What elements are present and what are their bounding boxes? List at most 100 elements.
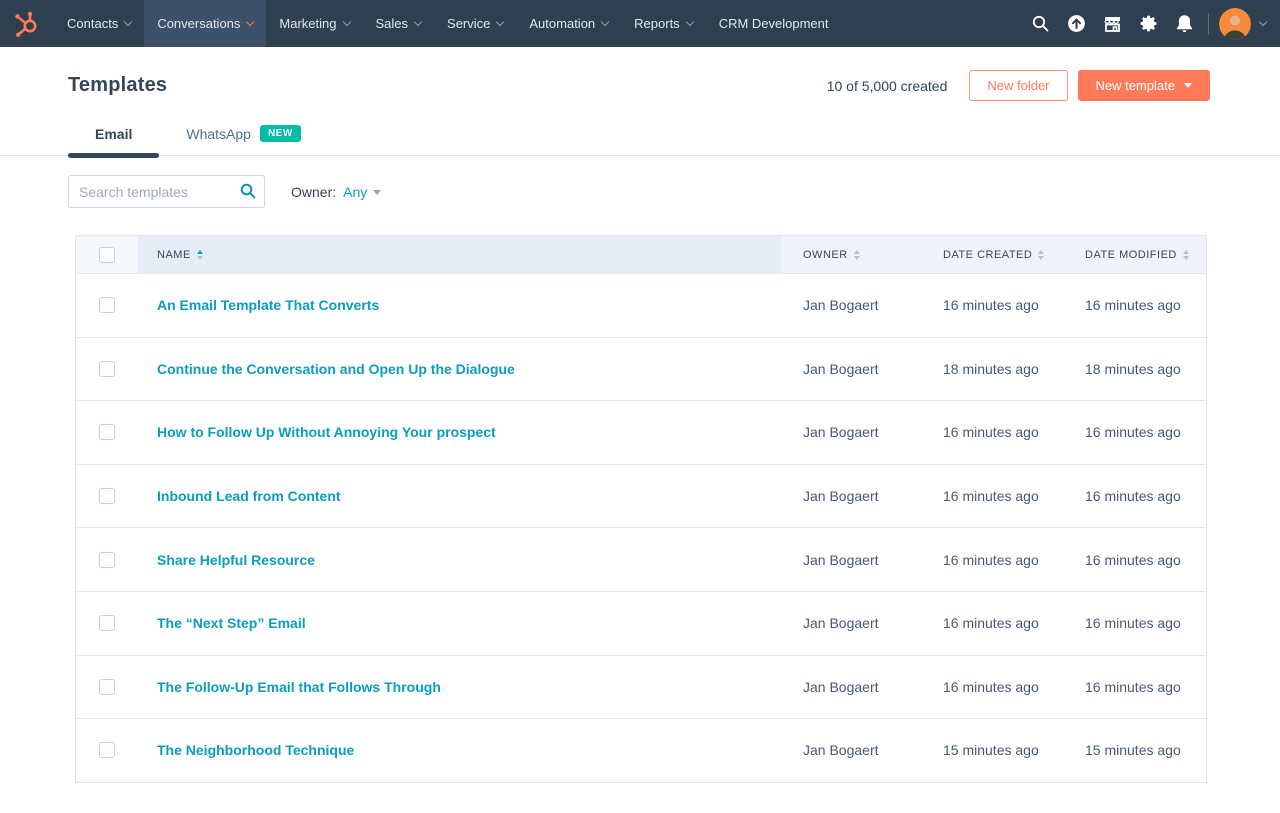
row-select-cell	[76, 679, 138, 695]
nav-item-label: Conversations	[157, 16, 240, 31]
row-select-cell	[76, 615, 138, 631]
owner-cell: Jan Bogaert	[781, 615, 921, 631]
nav-item-label: Service	[447, 16, 490, 31]
template-name-cell: The Neighborhood Technique	[138, 742, 781, 758]
template-name-link[interactable]: The Neighborhood Technique	[157, 742, 354, 758]
select-all-checkbox[interactable]	[99, 247, 115, 263]
row-checkbox[interactable]	[99, 742, 115, 758]
avatar	[1219, 8, 1251, 40]
date-modified-cell: 16 minutes ago	[1063, 424, 1206, 440]
column-header-owner[interactable]: OWNER	[781, 236, 921, 273]
template-name-link[interactable]: How to Follow Up Without Annoying Your p…	[157, 424, 496, 440]
nav-item-service[interactable]: Service	[434, 0, 516, 47]
nav-item-marketing[interactable]: Marketing	[266, 0, 362, 47]
nav-divider	[1208, 13, 1209, 35]
nav-spacer	[842, 0, 1022, 47]
column-header-label: DATE CREATED	[943, 249, 1032, 261]
column-header-date-modified[interactable]: DATE MODIFIED	[1063, 236, 1206, 273]
header-actions: 10 of 5,000 created New folder New templ…	[827, 70, 1210, 101]
nav-item-label: Sales	[376, 16, 409, 31]
tab-whatsapp-label: WhatsApp	[186, 126, 251, 142]
search-box	[68, 175, 265, 208]
row-checkbox[interactable]	[99, 615, 115, 631]
table-row: How to Follow Up Without Annoying Your p…	[76, 400, 1206, 464]
nav-item-conversations[interactable]: Conversations	[144, 0, 266, 47]
row-checkbox[interactable]	[99, 679, 115, 695]
owner-cell: Jan Bogaert	[781, 742, 921, 758]
search-icon[interactable]	[1022, 0, 1058, 47]
template-name-link[interactable]: The “Next Step” Email	[157, 615, 306, 631]
nav-item-label: CRM Development	[719, 16, 829, 31]
search-input[interactable]	[68, 175, 265, 208]
notifications-icon[interactable]	[1166, 0, 1202, 47]
template-name-link[interactable]: Continue the Conversation and Open Up th…	[157, 361, 515, 377]
chevron-down-icon	[414, 17, 422, 25]
row-checkbox[interactable]	[99, 361, 115, 377]
new-folder-button[interactable]: New folder	[969, 70, 1067, 101]
nav-item-crm-development[interactable]: CRM Development	[706, 0, 842, 47]
nav-item-label: Contacts	[67, 16, 118, 31]
date-modified-cell: 16 minutes ago	[1063, 615, 1206, 631]
template-name-link[interactable]: An Email Template That Converts	[157, 297, 379, 313]
date-created-cell: 18 minutes ago	[921, 361, 1063, 377]
select-all-cell	[76, 236, 138, 273]
table-row: Share Helpful Resource Jan Bogaert 16 mi…	[76, 527, 1206, 591]
new-template-button[interactable]: New template	[1078, 70, 1210, 101]
owner-cell: Jan Bogaert	[781, 488, 921, 504]
sort-icon	[1038, 250, 1044, 260]
table-header-row: NAME OWNER DATE CREATED DATE MODIFIED	[76, 236, 1206, 273]
template-name-link[interactable]: The Follow-Up Email that Follows Through	[157, 679, 441, 695]
column-header-label: DATE MODIFIED	[1085, 249, 1177, 261]
nav-item-reports[interactable]: Reports	[621, 0, 706, 47]
chevron-down-icon	[342, 17, 350, 25]
sort-icon	[1183, 250, 1189, 260]
template-name-link[interactable]: Inbound Lead from Content	[157, 488, 341, 504]
sort-icon	[854, 250, 860, 260]
date-created-cell: 15 minutes ago	[921, 742, 1063, 758]
date-created-cell: 16 minutes ago	[921, 615, 1063, 631]
nav-item-automation[interactable]: Automation	[516, 0, 621, 47]
settings-icon[interactable]	[1130, 0, 1166, 47]
top-navigation-bar: Contacts Conversations Marketing Sales S…	[0, 0, 1280, 47]
date-modified-cell: 15 minutes ago	[1063, 742, 1206, 758]
owner-filter-dropdown[interactable]: Any	[343, 184, 381, 200]
column-header-label: NAME	[157, 249, 191, 261]
nav-item-label: Marketing	[279, 16, 336, 31]
date-created-cell: 16 minutes ago	[921, 424, 1063, 440]
account-menu[interactable]	[1219, 0, 1280, 47]
row-checkbox[interactable]	[99, 488, 115, 504]
table-row: An Email Template That Converts Jan Boga…	[76, 273, 1206, 337]
page-header: Templates 10 of 5,000 created New folder…	[0, 70, 1280, 101]
row-select-cell	[76, 424, 138, 440]
template-name-cell: The Follow-Up Email that Follows Through	[138, 679, 781, 695]
template-name-cell: Share Helpful Resource	[138, 552, 781, 568]
hubspot-logo[interactable]	[0, 0, 54, 47]
row-checkbox[interactable]	[99, 424, 115, 440]
row-checkbox[interactable]	[99, 297, 115, 313]
caret-down-icon	[373, 190, 381, 195]
nav-item-contacts[interactable]: Contacts	[54, 0, 144, 47]
tab-email-label: Email	[95, 126, 132, 142]
row-checkbox[interactable]	[99, 552, 115, 568]
chevron-down-icon	[601, 17, 609, 25]
tab-whatsapp[interactable]: WhatsApp NEW	[159, 117, 327, 155]
chevron-down-icon	[685, 17, 693, 25]
search-icon[interactable]	[240, 183, 256, 204]
sort-icon	[197, 250, 203, 260]
column-header-name[interactable]: NAME	[138, 236, 781, 273]
page-title: Templates	[68, 74, 167, 97]
column-header-label: OWNER	[803, 249, 848, 261]
column-header-date-created[interactable]: DATE CREATED	[921, 236, 1063, 273]
template-name-link[interactable]: Share Helpful Resource	[157, 552, 315, 568]
date-modified-cell: 16 minutes ago	[1063, 679, 1206, 695]
table-row: The “Next Step” Email Jan Bogaert 16 min…	[76, 591, 1206, 655]
date-modified-cell: 16 minutes ago	[1063, 297, 1206, 313]
date-modified-cell: 18 minutes ago	[1063, 361, 1206, 377]
new-badge: NEW	[260, 125, 301, 142]
upgrade-icon[interactable]	[1058, 0, 1094, 47]
nav-item-sales[interactable]: Sales	[363, 0, 435, 47]
date-created-cell: 16 minutes ago	[921, 552, 1063, 568]
marketplace-icon[interactable]	[1094, 0, 1130, 47]
date-created-cell: 16 minutes ago	[921, 488, 1063, 504]
tab-email[interactable]: Email	[68, 117, 159, 155]
